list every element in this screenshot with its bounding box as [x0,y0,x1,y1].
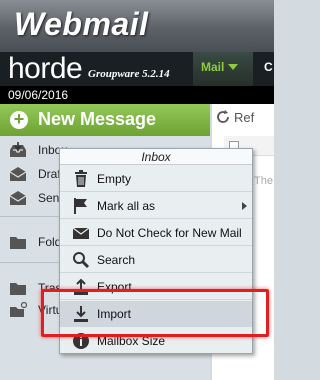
menu-item-empty[interactable]: Empty [60,166,252,192]
next-menu-tab[interactable]: C [258,52,274,86]
groupware-version: Groupware 5.2.14 [88,68,170,80]
chevron-down-icon [228,64,239,70]
virtual-folder-icon [10,302,27,317]
menu-item-label: Search [97,253,136,267]
menu-item-search[interactable]: Search [60,247,252,273]
inbox-icon [10,142,26,157]
menu-item-label: Empty [97,172,132,186]
webmail-logo: Webmail [14,6,149,42]
flag-icon [74,198,87,214]
menu-item-label: Do Not Check for New Mail [97,226,242,240]
mail-menu-tab[interactable]: Mail [193,52,253,86]
sent-icon [9,191,27,205]
horde-logo: horde [8,52,83,85]
drafts-icon [9,167,27,181]
date-bar: 09/06/2016 [0,86,274,104]
refresh-icon [217,110,229,123]
plus-icon: + [10,110,28,129]
envelope-icon [72,227,90,239]
highlight-annotation [41,289,269,337]
mail-tab-label: Mail [201,60,225,74]
refresh-label: Ref [234,110,255,125]
menu-item-do-not-check[interactable]: Do Not Check for New Mail [60,220,252,246]
refresh-button[interactable]: Ref [216,110,254,125]
menu-item-mark-all-as[interactable]: Mark all as [60,193,252,219]
folder-icon [10,237,26,249]
webmail-header: Webmail [0,0,274,52]
new-message-label: New Message [38,109,157,129]
context-menu-title: Inbox [60,149,252,165]
empty-list-text: The [254,175,273,187]
new-message-button[interactable]: + New Message [0,104,210,136]
trash-folder-icon [10,283,26,295]
trash-icon [75,170,87,187]
menu-item-label: Mark all as [97,199,156,213]
submenu-arrow-icon [242,202,247,210]
current-date: 09/06/2016 [8,88,69,102]
search-icon [73,252,90,269]
